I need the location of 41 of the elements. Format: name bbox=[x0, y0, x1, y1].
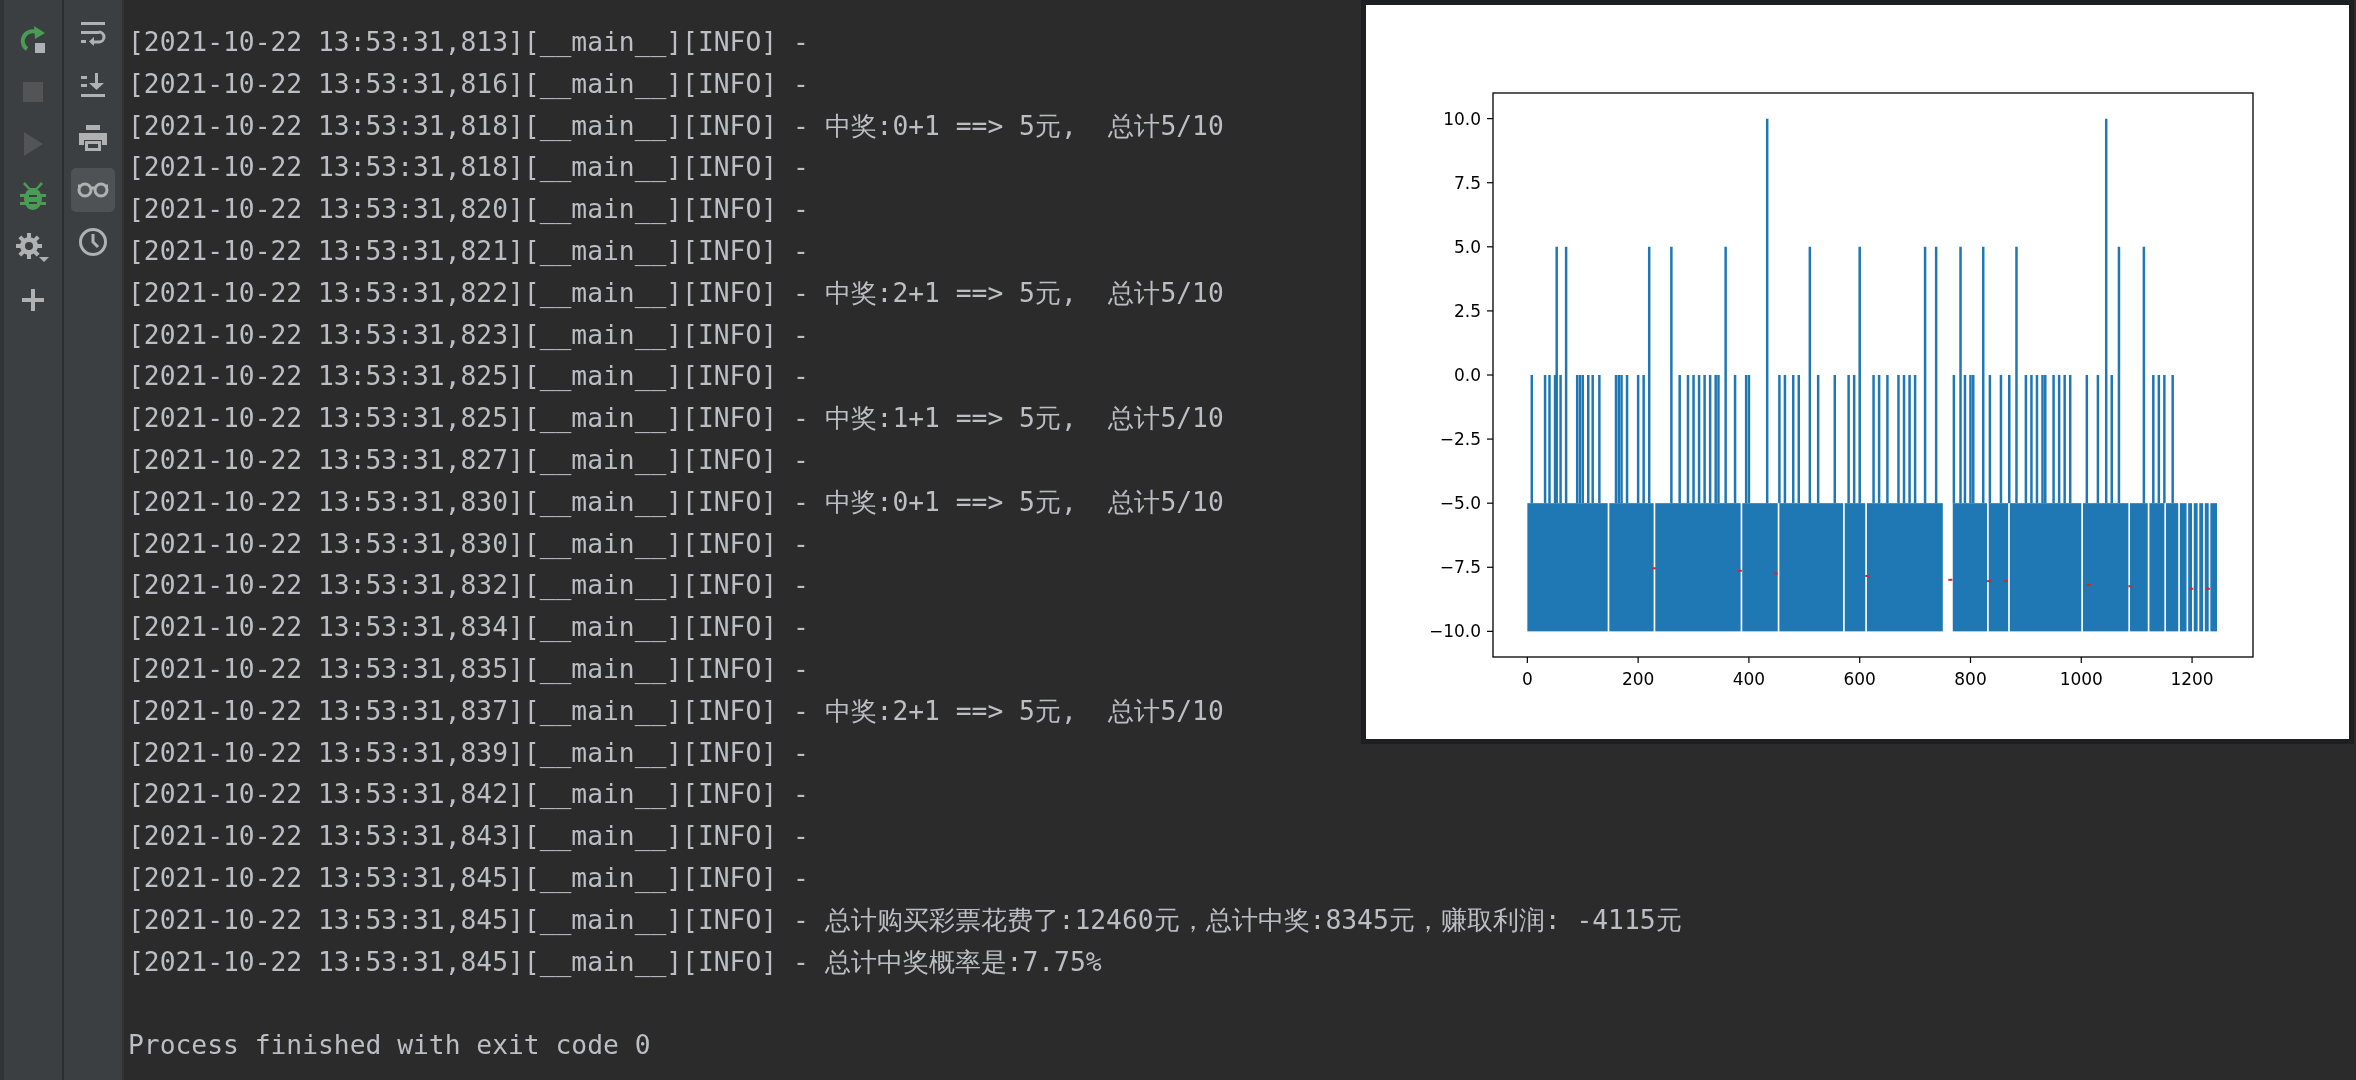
log-line: [2021-10-22 13:53:31,818][__main__][INFO] - 中奖:0+1 ==> 5元, 总计5/10 bbox=[128, 109, 1224, 143]
log-line: [2021-10-22 13:53:31,834][__main__][INFO] - bbox=[128, 611, 809, 645]
axis-tick-label: −5.0 bbox=[1439, 493, 1481, 514]
log-line: [2021-10-22 13:53:31,825][__main__][INFO] - 中奖:1+1 ==> 5元, 总计5/10 bbox=[128, 402, 1224, 436]
axis-tick-label: 1200 bbox=[2170, 669, 2214, 689]
axis-tick-label: 1000 bbox=[2059, 669, 2103, 689]
log-line: [2021-10-22 13:53:31,818][__main__][INFO] - bbox=[128, 151, 809, 185]
exit-message: Process finished with exit code 0 bbox=[128, 1029, 651, 1063]
axis-tick-label: 0.0 bbox=[1453, 365, 1481, 385]
log-line: [2021-10-22 13:53:31,830][__main__][INFO] - bbox=[128, 527, 809, 561]
axis-tick-label: 800 bbox=[1954, 669, 1987, 689]
log-line: [2021-10-22 13:53:31,820][__main__][INFO] - bbox=[128, 193, 809, 227]
log-line: [2021-10-22 13:53:31,832][__main__][INFO] - bbox=[128, 569, 809, 603]
axis-tick-label: 10.0 bbox=[1443, 108, 1481, 129]
log-line: [2021-10-22 13:53:31,816][__main__][INFO] - bbox=[128, 67, 809, 101]
axis-tick-label: 400 bbox=[1732, 669, 1766, 689]
log-line: [2021-10-22 13:53:31,821][__main__][INFO] - bbox=[128, 235, 809, 268]
axis-tick-label: 600 bbox=[1843, 669, 1876, 689]
log-line: [2021-10-22 13:53:31,845][__main__][INFO] - bbox=[128, 861, 809, 895]
log-line: [2021-10-22 13:53:31,845][__main__][INFO] - 总计中奖概率是:7.75% bbox=[128, 945, 1102, 979]
axis-tick-label: −7.5 bbox=[1439, 557, 1481, 578]
log-line: [2021-10-22 13:53:31,830][__main__][INFO] - 中奖:0+1 ==> 5元, 总计5/10 bbox=[128, 485, 1224, 519]
log-line: [2021-10-22 13:53:31,837][__main__][INFO] - 中奖:2+1 ==> 5元, 总计5/10 bbox=[128, 694, 1224, 728]
log-line: [2021-10-22 13:53:31,835][__main__][INFO] - bbox=[128, 652, 809, 686]
log-line: [2021-10-22 13:53:31,845][__main__][INFO] - 总计购买彩票花费了:12460元，总计中奖:8345元，赚取利润: -4115元 bbox=[128, 903, 1682, 937]
glasses-icon[interactable] bbox=[71, 168, 115, 212]
log-line: [2021-10-22 13:53:31,827][__main__][INFO] - bbox=[128, 443, 809, 477]
axis-tick-label: 5.0 bbox=[1453, 236, 1481, 257]
log-line: [2021-10-22 13:53:31,842][__main__][INFO] - bbox=[128, 778, 809, 812]
log-line: [2021-10-22 13:53:31,839][__main__][INFO] - bbox=[128, 736, 809, 770]
log-line: [2021-10-22 13:53:31,825][__main__][INFO] - bbox=[128, 360, 809, 394]
log-line: [2021-10-22 13:53:31,813][__main__][INFO] - bbox=[128, 26, 809, 59]
axis-tick-label: −10.0 bbox=[1428, 621, 1481, 642]
axis-tick-label: −2.5 bbox=[1439, 429, 1481, 450]
axis-tick-label: 7.5 bbox=[1453, 172, 1481, 193]
log-line: [2021-10-22 13:53:31,843][__main__][INFO] - bbox=[128, 820, 809, 854]
axis-tick-label: 2.5 bbox=[1453, 300, 1481, 321]
axis-tick-label: 0 bbox=[1521, 669, 1533, 689]
log-line: [2021-10-22 13:53:31,822][__main__][INFO] - 中奖:2+1 ==> 5元, 总计5/10 bbox=[128, 276, 1224, 310]
axis-tick-label: 200 bbox=[1621, 669, 1655, 689]
log-line: [2021-10-22 13:53:31,823][__main__][INFO] - bbox=[128, 318, 809, 352]
